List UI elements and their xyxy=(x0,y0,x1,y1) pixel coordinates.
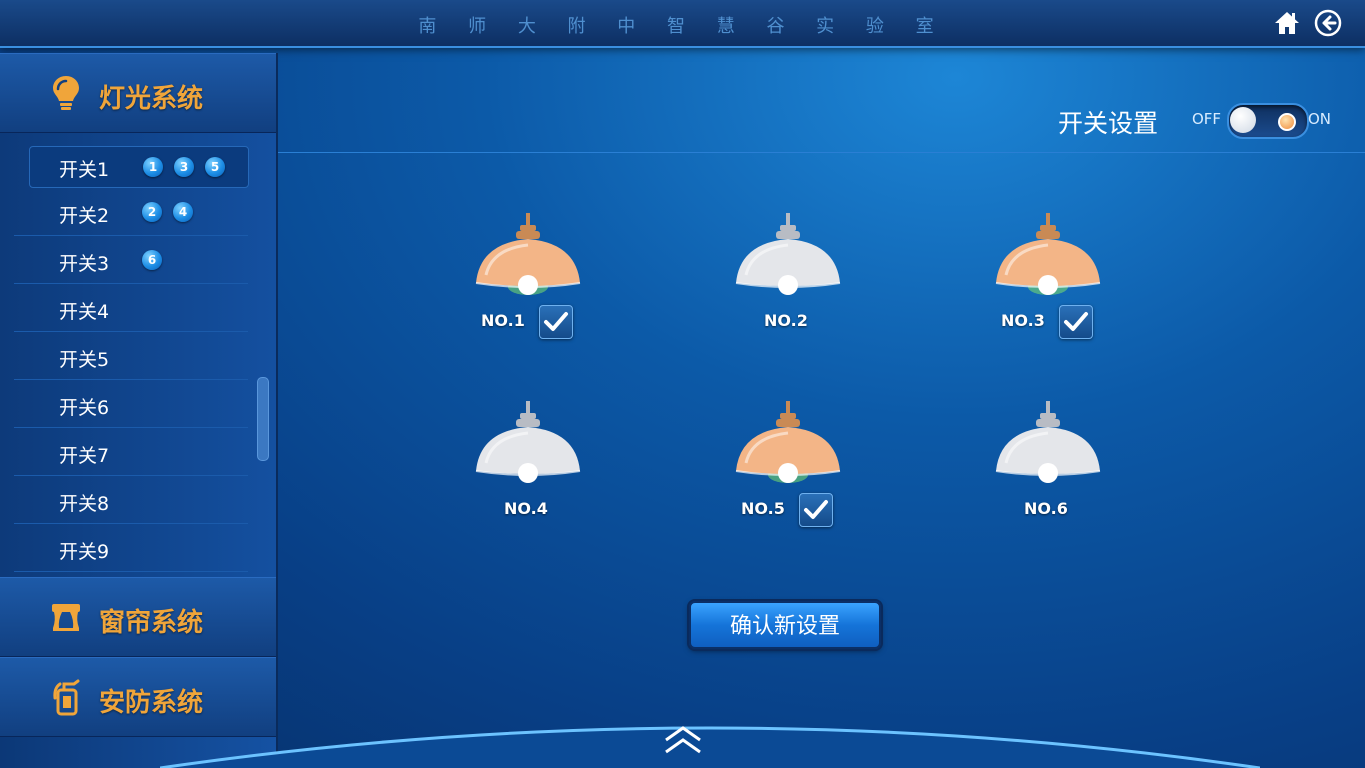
lamp-label: NO.6 xyxy=(1024,499,1068,518)
switch-item-label: 开关7 xyxy=(59,445,110,467)
switch-item-label: 开关9 xyxy=(59,541,110,563)
switch-list: 开关1 1 3 5 开关2 2 4 开关3 6 开关4 开关5 开关6 开关7 开关8 开关9 xyxy=(0,133,276,577)
arrow-left-circle-icon[interactable] xyxy=(1314,9,1342,37)
top-bar: 南 师 大 附 中 智 慧 谷 实 验 室 xyxy=(0,0,1365,48)
pendant-lamp-icon xyxy=(475,401,581,483)
lamp-label: NO.3 xyxy=(1001,311,1045,330)
toggle-knob xyxy=(1230,107,1256,133)
lamp-label: NO.5 xyxy=(741,499,785,518)
switch-item-label: 开关1 xyxy=(59,159,110,181)
section-curtain[interactable]: 窗帘系统 xyxy=(0,577,276,657)
lamp-label: NO.1 xyxy=(481,311,525,330)
section-lighting[interactable]: 灯光系统 xyxy=(0,53,276,133)
section-curtain-label: 窗帘系统 xyxy=(99,608,204,638)
checkmark-icon xyxy=(1064,312,1088,331)
lamp-number-badge: 4 xyxy=(173,202,193,222)
switch-item-label: 开关5 xyxy=(59,349,110,371)
chevron-up-icon[interactable] xyxy=(662,724,704,756)
lamp-number-badge: 2 xyxy=(142,202,162,222)
home-icon[interactable] xyxy=(1273,9,1301,37)
switch-item-4[interactable]: 开关4 xyxy=(14,285,248,332)
settings-row: 开关设置 OFF ON xyxy=(278,70,1365,153)
switch-item-8[interactable]: 开关8 xyxy=(14,477,248,524)
lamp-3[interactable]: NO.3 xyxy=(972,213,1112,353)
lamp-checkbox[interactable] xyxy=(539,305,573,339)
lamp-number-badge: 6 xyxy=(142,250,162,270)
pendant-lamp-icon xyxy=(735,401,841,483)
bottom-panel-arc xyxy=(160,726,1260,768)
app-title: 南 师 大 附 中 智 慧 谷 实 验 室 xyxy=(418,16,947,37)
switch-item-2[interactable]: 开关2 2 4 xyxy=(14,189,248,236)
switch-item-3[interactable]: 开关3 6 xyxy=(14,237,248,284)
on-off-toggle[interactable] xyxy=(1227,103,1309,139)
section-lighting-label: 灯光系统 xyxy=(99,84,204,114)
lamp-checkbox[interactable] xyxy=(799,493,833,527)
sidebar: 灯光系统 开关1 1 3 5 开关2 2 4 开关3 6 开关4 开关5 开关6 开关7 开关8 开关9 窗… xyxy=(0,53,278,768)
lamp-checkbox[interactable] xyxy=(1059,305,1093,339)
lamp-4[interactable]: NO.4 xyxy=(452,401,592,541)
settings-title: 开关设置 xyxy=(1058,109,1159,138)
confirm-settings-button[interactable]: 确认新设置 xyxy=(689,601,881,649)
lamp-number-badge: 5 xyxy=(205,157,225,177)
switch-item-label: 开关8 xyxy=(59,493,110,515)
pendant-lamp-icon xyxy=(475,213,581,295)
switch-item-1[interactable]: 开关1 1 3 5 xyxy=(29,146,249,188)
lamp-number-badge: 3 xyxy=(174,157,194,177)
lamp-number-badge: 1 xyxy=(143,157,163,177)
scrollbar-thumb[interactable] xyxy=(257,377,269,461)
toggle-off-label: OFF xyxy=(1192,110,1222,128)
toggle-on-label: ON xyxy=(1308,110,1332,128)
pendant-lamp-icon xyxy=(995,213,1101,295)
switch-item-9[interactable]: 开关9 xyxy=(14,525,248,572)
curtain-icon xyxy=(52,604,80,631)
switch-item-label: 开关2 xyxy=(59,205,110,227)
switch-item-label: 开关3 xyxy=(59,253,110,275)
switch-item-6[interactable]: 开关6 xyxy=(14,381,248,428)
extinguisher-icon xyxy=(53,679,80,716)
lamp-label: NO.2 xyxy=(764,311,808,330)
checkmark-icon xyxy=(544,312,568,331)
switch-item-7[interactable]: 开关7 xyxy=(14,429,248,476)
pendant-lamp-icon xyxy=(995,401,1101,483)
lamp-2[interactable]: NO.2 xyxy=(712,213,852,353)
toggle-indicator xyxy=(1278,113,1296,131)
lamp-5[interactable]: NO.5 xyxy=(712,401,852,541)
lamp-label: NO.4 xyxy=(504,499,548,518)
switch-item-5[interactable]: 开关5 xyxy=(14,333,248,380)
lamp-6[interactable]: NO.6 xyxy=(972,401,1112,541)
checkmark-icon xyxy=(804,500,828,519)
lamp-1[interactable]: NO.1 xyxy=(452,213,592,353)
switch-item-label: 开关4 xyxy=(59,301,110,323)
pendant-lamp-icon xyxy=(735,213,841,295)
switch-item-label: 开关6 xyxy=(59,397,110,419)
lightbulb-icon xyxy=(53,76,79,110)
